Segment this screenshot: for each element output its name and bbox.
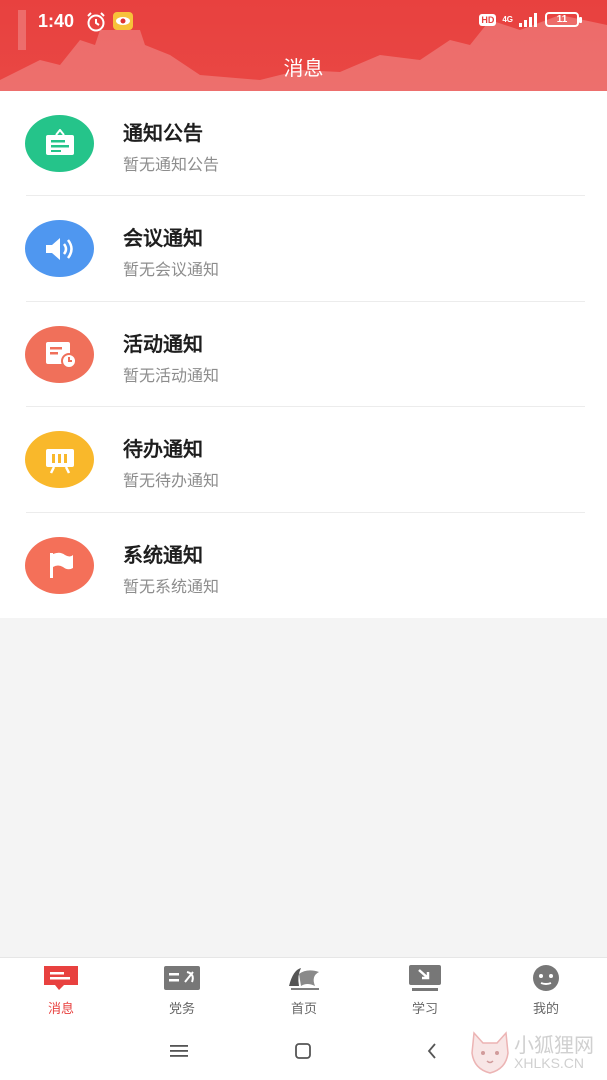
message-item-todo[interactable]: 待办通知 暂无待办通知 [0,407,607,513]
menu-icon [170,1045,188,1057]
home-nav-button[interactable] [291,1039,315,1063]
message-subtitle: 暂无待办通知 [123,471,220,491]
message-subtitle: 暂无会议通知 [123,260,220,280]
message-title: 系统通知 [123,542,203,567]
activity-clock-icon [25,325,94,383]
page-title: 消息 [283,56,324,80]
presentation-board-icon [25,431,94,489]
message-title: 活动通知 [123,331,203,356]
message-title: 通知公告 [123,121,203,145]
back-icon [427,1043,436,1059]
weibo-eye-icon [113,12,133,30]
message-item-meeting[interactable]: 会议通知 暂无会议通知 [0,196,607,302]
home-logo-icon [285,964,323,992]
profile-face-icon [527,964,565,992]
status-bar: 1:40 HD 4G 11 [0,0,607,42]
watermark: 小狐狸网 XHLKS.CN [466,1027,606,1077]
tab-label: 学习 [411,1002,438,1017]
battery-indicator: 11 [545,12,582,27]
square-home-icon [295,1043,311,1059]
tab-messages[interactable]: 消息 [21,964,101,1018]
message-item-notice[interactable]: 通知公告 暂无通知公告 [0,91,607,197]
watermark-title: 小狐狸网 [514,1033,594,1057]
message-title: 待办通知 [123,437,203,462]
tab-label: 首页 [290,1002,317,1017]
network-label: 4G [502,14,513,24]
message-item-activity[interactable]: 活动通知 暂无活动通知 [0,302,607,408]
message-title: 会议通知 [123,226,203,251]
alarm-icon [87,12,105,32]
hd-badge: HD [479,13,497,26]
flag-icon [25,536,94,594]
watermark-subtitle: XHLKS.CN [514,1055,585,1071]
signal-icon [519,12,537,27]
app-header: 1:40 HD 4G 11 消息 [0,0,607,91]
back-nav-button[interactable] [420,1039,444,1063]
tab-party-affairs[interactable]: 党务 [142,964,222,1018]
study-icon [406,964,444,992]
status-right: HD 4G 11 [479,12,582,27]
message-list: 通知公告 暂无通知公告 会议通知 暂无会议通知 活动通知 暂无活动通知 待办通知… [0,91,607,618]
tab-home[interactable]: 首页 [264,964,344,1018]
status-time: 1:40 [38,11,75,31]
message-subtitle: 暂无系统通知 [123,576,220,596]
message-icon [42,964,80,992]
fox-logo-icon [471,1031,509,1074]
tab-label: 消息 [47,1002,74,1017]
speaker-icon [25,220,94,278]
bottom-tab-bar: 消息 党务 首页 学习 我的 [0,957,607,1021]
tab-profile[interactable]: 我的 [506,964,586,1018]
menu-nav-button[interactable] [167,1039,191,1063]
message-subtitle: 暂无活动通知 [123,365,220,385]
notice-board-icon [25,115,94,172]
message-item-system[interactable]: 系统通知 暂无系统通知 [0,513,607,618]
tab-study[interactable]: 学习 [385,964,465,1018]
tab-label: 我的 [532,1002,559,1017]
tab-label: 党务 [168,1002,195,1017]
party-affairs-icon [163,964,201,992]
message-subtitle: 暂无通知公告 [123,155,220,174]
